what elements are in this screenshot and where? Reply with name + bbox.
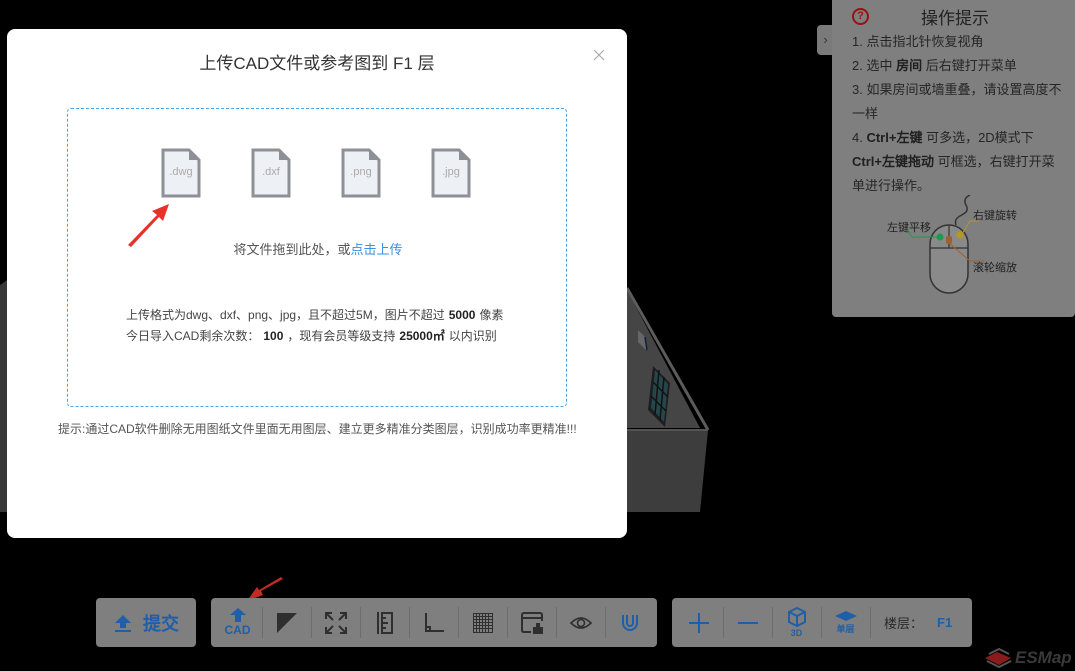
png-file-icon: .png [341,148,381,198]
mouse-wheel-label: 滚轮缩放 [973,262,1017,274]
visibility-button[interactable] [556,598,605,647]
view-3d-button[interactable]: 3D [772,598,821,647]
zoom-in-button[interactable] [674,598,723,647]
draw-triangle-button[interactable] [262,598,311,647]
plus-icon [688,612,709,633]
upload-cad-dialog: 上传CAD文件或参考图到 F1 层 .dwg .dxf .png .jpg 将文… [7,29,627,538]
mouse-left-label: 左键平移 [887,222,931,234]
floor-value: F1 [937,615,953,630]
app-stage: › ? 操作提示 1. 点击指北针恢复视角 2. 选中 房间 后右键打开菜单 3… [0,0,1075,671]
eye-icon [569,616,592,629]
single-floor-button[interactable]: 单层 [821,598,870,647]
fullscreen-button[interactable] [311,598,360,647]
expand-icon [324,611,347,634]
mouse-diagram: 左键平移 右键旋转 滚轮缩放 [882,194,1062,305]
floor-label: 楼层： [884,616,924,631]
click-upload-link[interactable]: 点击上传 [351,242,403,257]
file-dropzone[interactable]: .dwg .dxf .png .jpg 将文件拖到此处，或点击上传 上传格式为d… [67,108,567,407]
help-title: 操作提示 [921,8,989,28]
single-floor-label: 单层 [836,623,855,634]
close-icon [593,49,605,61]
dialog-title: 上传CAD文件或参考图到 F1 层 [199,54,435,73]
grid-button[interactable] [458,598,507,647]
view-3d-label: 3D [790,628,803,638]
floor-selector[interactable]: 楼层： F1 [870,598,952,647]
zoom-out-button[interactable] [723,598,772,647]
help-line-1: 1. 点击指北针恢复视角 [852,34,984,49]
quota-line: 今日导入CAD剩余次数： 100 ，现有会员等级支持 25000㎡ 以内识别 [126,329,497,343]
upload-icon [115,614,131,632]
upload-arrow-icon [229,608,246,622]
submit-button[interactable]: 提交 [96,598,196,647]
red-arrow-annotation [128,204,169,247]
operation-tips-panel: ? 操作提示 1. 点击指北针恢复视角 2. 选中 房间 后右键打开菜单 3. … [832,0,1075,317]
file-type-icons: .dwg .dxf .png .jpg [161,148,471,198]
esmap-logo: ESMap [983,648,1072,668]
view-toolbar: 3D 单层 楼层： F1 [672,598,972,647]
edit-toolbar: CAD [211,598,657,647]
format-limit-line: 上传格式为dwg、dxf、png、jpg，且不超过5M，图片不超过 5000 像素 [126,308,504,322]
mouse-icon [905,194,984,294]
close-button[interactable] [591,47,607,63]
submit-label: 提交 [143,613,179,634]
help-line-4: 4. Ctrl+左键 可多选，2D模式下 [852,130,1034,145]
cube-icon [787,607,806,627]
floor-manage-button[interactable] [507,598,556,647]
jpg-file-icon: .jpg [431,148,471,198]
help-line-5: Ctrl+左键拖动 可框选，右键打开菜单进行操作。 [852,154,1055,193]
help-line-2: 2. 选中 房间 后右键打开菜单 [852,58,1017,73]
angle-button[interactable] [409,598,458,647]
help-line-3: 3. 如果房间或墙重叠，请设置高度不一样 [852,82,1062,121]
chevron-right-icon: › [823,32,828,47]
cad-tip: 提示:通过CAD软件删除无用图纸文件里面无用图层、建立更多精准分类图层，识别成功… [58,422,577,436]
upload-limits: 上传格式为dwg、dxf、png、jpg，且不超过5M，图片不超过 5000 像素 … [126,305,503,347]
snap-magnet-button[interactable] [605,598,654,647]
esmap-logo-icon [985,648,1012,668]
cad-label: CAD [224,623,251,637]
ruler-button[interactable] [360,598,409,647]
layer-icon [834,610,857,621]
grid-icon [472,612,493,633]
mouse-right-label: 右键旋转 [973,210,1017,222]
dxf-file-icon: .dxf [251,148,291,198]
right-angle-icon [424,612,444,632]
ruler-icon [376,611,393,634]
dwg-file-icon: .dwg [161,148,201,198]
minus-icon [737,621,758,624]
triangle-icon [276,612,297,633]
upload-cad-button[interactable]: CAD [213,598,262,647]
question-icon: ? [852,7,869,25]
logo-text: ESMap [1015,648,1072,667]
magnet-icon [621,614,638,631]
calendar-user-icon [520,611,543,634]
